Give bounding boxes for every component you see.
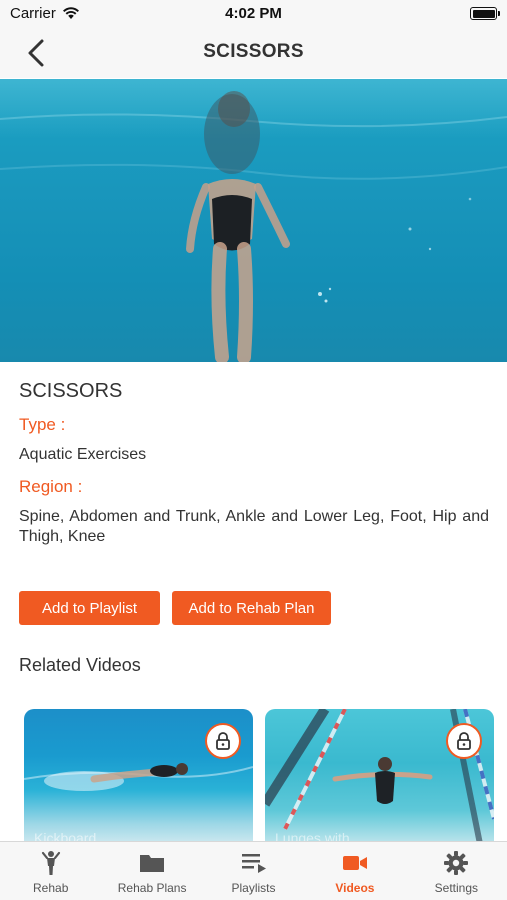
lock-badge	[205, 723, 241, 759]
video-frame	[0, 79, 507, 362]
add-to-rehab-plan-button[interactable]: Add to Rehab Plan	[172, 591, 331, 625]
battery-icon	[470, 7, 500, 20]
tab-settings[interactable]: Settings	[406, 842, 507, 900]
region-label: Region :	[19, 477, 83, 496]
nav-bar: SCISSORS	[0, 28, 507, 78]
playlist-icon	[241, 854, 266, 873]
region-value: Spine, Abdomen and Trunk, Ankle and Lowe…	[19, 508, 489, 545]
tab-rehab-plans[interactable]: Rehab Plans	[101, 842, 202, 900]
related-video-card[interactable]: Lunges with ...	[265, 709, 494, 844]
page-title: SCISSORS	[203, 41, 304, 62]
video-player[interactable]	[0, 79, 507, 362]
tab-label: Rehab	[33, 881, 69, 895]
status-time: 4:02 PM	[225, 5, 282, 22]
gear-icon	[444, 851, 469, 875]
tab-label: Settings	[434, 881, 478, 895]
related-videos-heading: Related Videos	[19, 655, 141, 675]
type-label: Type :	[19, 415, 66, 434]
tab-label: Rehab Plans	[117, 881, 187, 895]
add-to-playlist-button[interactable]: Add to Playlist	[19, 591, 160, 625]
tab-rehab[interactable]: Rehab	[0, 842, 101, 900]
lock-badge	[446, 723, 482, 759]
lock-icon	[457, 732, 471, 750]
lock-icon	[216, 732, 230, 750]
status-bar: Carrier 4:02 PM	[0, 0, 507, 28]
related-video-card[interactable]: Kickboard ...	[24, 709, 253, 844]
tab-label: Videos	[335, 881, 375, 895]
type-value: Aquatic Exercises	[19, 446, 147, 463]
video-camera-icon	[342, 856, 367, 870]
person-icon	[41, 851, 60, 875]
exercise-title: SCISSORS	[19, 380, 123, 402]
tab-label: Playlists	[231, 881, 276, 895]
folder-icon	[140, 855, 165, 872]
tab-bar: Rehab Rehab Plans Playlists Videos Setti…	[0, 841, 507, 900]
tab-playlists[interactable]: Playlists	[203, 842, 304, 900]
tab-videos[interactable]: Videos	[304, 842, 405, 900]
